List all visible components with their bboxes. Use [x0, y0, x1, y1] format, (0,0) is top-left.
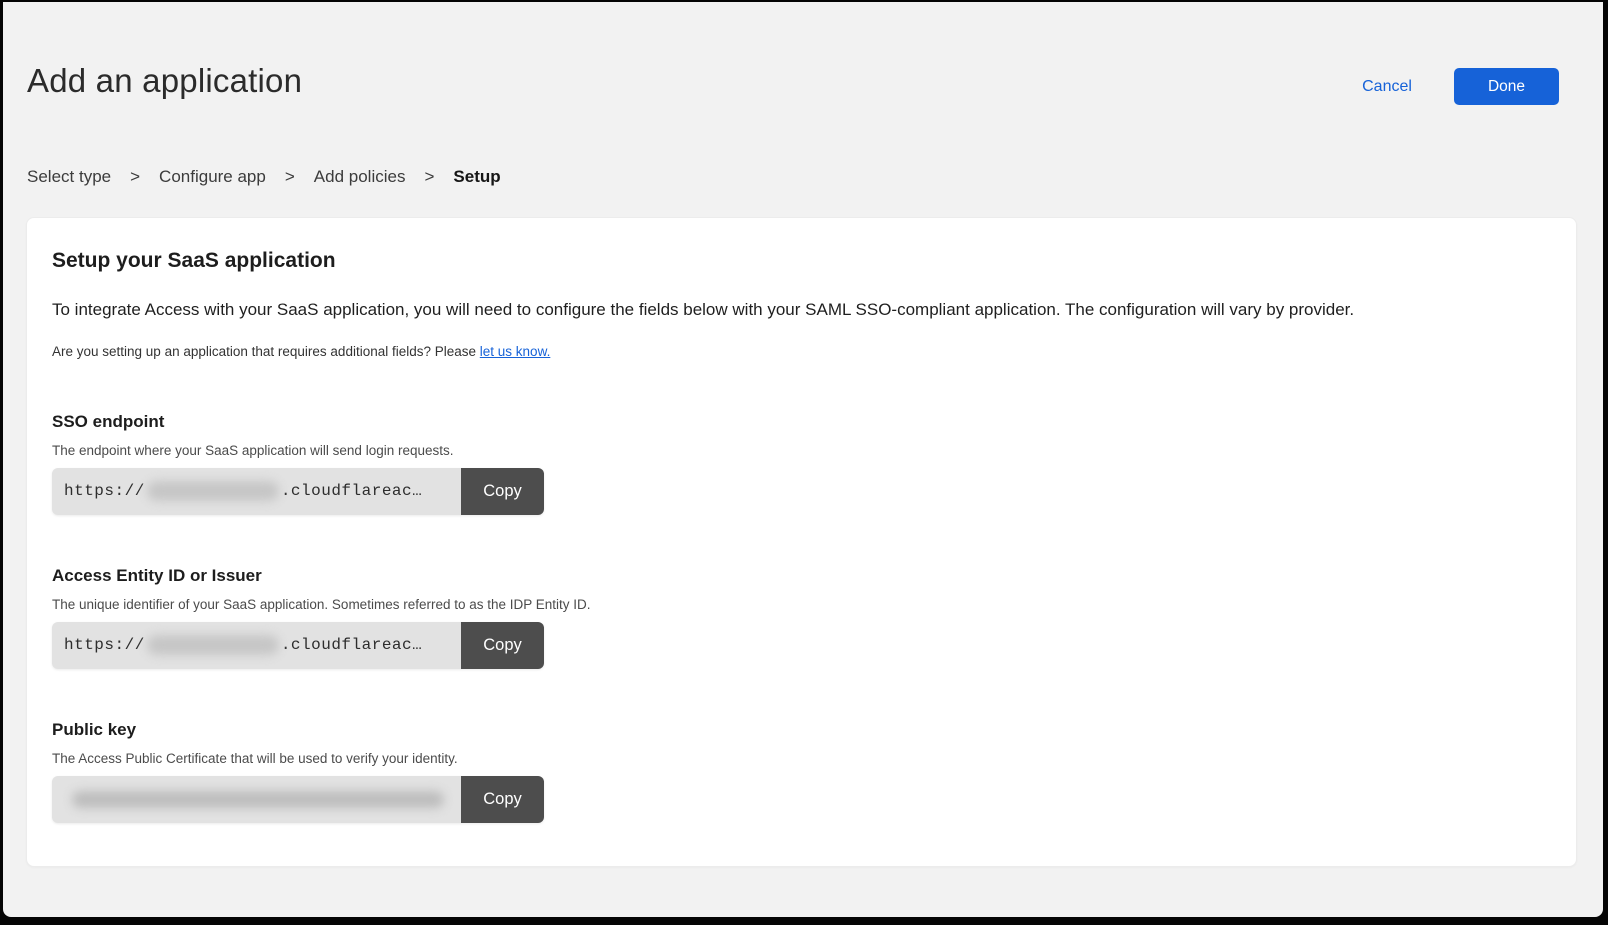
card-description: To integrate Access with your SaaS appli… [52, 299, 1550, 322]
redacted-blur [147, 481, 279, 501]
let-us-know-link[interactable]: let us know. [480, 344, 551, 359]
access-entity-id-label: Access Entity ID or Issuer [52, 566, 1550, 586]
value-suffix: .cloudflareac… [281, 636, 422, 654]
breadcrumb-item-add-policies[interactable]: Add policies [314, 167, 406, 187]
access-entity-id-description: The unique identifier of your SaaS appli… [52, 597, 1550, 612]
page-title: Add an application [27, 62, 302, 100]
sso-endpoint-copy-button[interactable]: Copy [461, 468, 544, 515]
redacted-blur [72, 791, 444, 808]
value-suffix: .cloudflareac… [281, 482, 422, 500]
sso-endpoint-value-row: https:// .cloudflareac… Copy [52, 468, 544, 515]
value-prefix: https:// [64, 482, 145, 500]
sso-endpoint-label: SSO endpoint [52, 412, 1550, 432]
access-entity-id-copy-button[interactable]: Copy [461, 622, 544, 669]
field-access-entity-id: Access Entity ID or Issuer The unique id… [52, 566, 1550, 669]
setup-card: Setup your SaaS application To integrate… [26, 217, 1577, 867]
done-button[interactable]: Done [1454, 68, 1559, 105]
public-key-copy-button[interactable]: Copy [461, 776, 544, 823]
sso-endpoint-value: https:// .cloudflareac… [52, 468, 461, 515]
breadcrumb-separator: > [424, 167, 434, 187]
breadcrumb-item-configure-app[interactable]: Configure app [159, 167, 266, 187]
public-key-label: Public key [52, 720, 1550, 740]
access-entity-id-value-row: https:// .cloudflareac… Copy [52, 622, 544, 669]
field-sso-endpoint: SSO endpoint The endpoint where your Saa… [52, 412, 1550, 515]
public-key-description: The Access Public Certificate that will … [52, 751, 1550, 766]
card-note: Are you setting up an application that r… [52, 344, 1550, 359]
breadcrumb-separator: > [130, 167, 140, 187]
public-key-value-row: Copy [52, 776, 544, 823]
field-public-key: Public key The Access Public Certificate… [52, 720, 1550, 823]
cancel-button[interactable]: Cancel [1362, 78, 1412, 96]
page: Add an application Cancel Done Select ty… [3, 2, 1603, 917]
breadcrumb-separator: > [285, 167, 295, 187]
redacted-blur [147, 635, 279, 655]
value-prefix: https:// [64, 636, 145, 654]
breadcrumb-item-select-type[interactable]: Select type [27, 167, 111, 187]
sso-endpoint-description: The endpoint where your SaaS application… [52, 443, 1550, 458]
card-note-text: Are you setting up an application that r… [52, 344, 480, 359]
public-key-value [52, 776, 461, 823]
access-entity-id-value: https:// .cloudflareac… [52, 622, 461, 669]
header-actions: Cancel Done [1362, 62, 1559, 105]
card-heading: Setup your SaaS application [52, 249, 1550, 273]
breadcrumb-item-setup: Setup [453, 167, 500, 187]
breadcrumb: Select type > Configure app > Add polici… [3, 167, 1603, 187]
page-header: Add an application Cancel Done [3, 2, 1603, 105]
